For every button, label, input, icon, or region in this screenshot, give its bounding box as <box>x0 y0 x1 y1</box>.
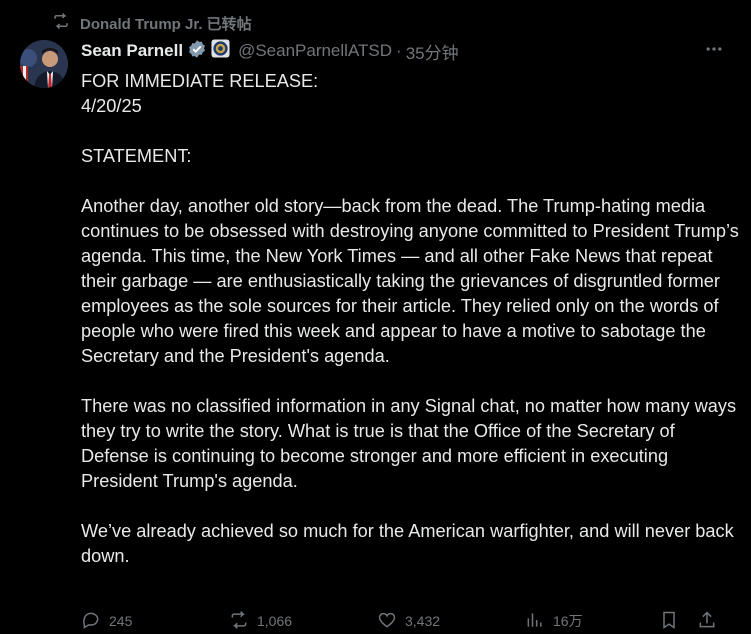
tweet-paragraph: STATEMENT: <box>81 146 192 166</box>
reply-button[interactable]: 245 <box>81 610 229 633</box>
views-count: 16万 <box>553 613 583 629</box>
author-name[interactable]: Sean Parnell <box>81 41 183 61</box>
like-count: 3,432 <box>405 613 441 629</box>
tweet-paragraph: We’ve already achieved so much for the A… <box>81 521 734 566</box>
bookmark-button[interactable] <box>659 610 697 633</box>
verified-badge-icon <box>187 39 207 64</box>
reply-count: 245 <box>109 613 133 629</box>
tweet-paragraph: FOR IMMEDIATE RELEASE: 4/20/25 <box>81 71 319 116</box>
views-icon <box>525 610 545 633</box>
heart-icon <box>377 610 397 633</box>
tweet-paragraph: Another day, another old story—back from… <box>81 196 739 366</box>
reply-icon <box>81 610 101 633</box>
affiliate-seal-icon[interactable] <box>211 39 230 63</box>
bookmark-icon <box>659 610 679 633</box>
more-options-button[interactable] <box>701 40 727 62</box>
tweet-paragraph: There was no classified information in a… <box>81 396 737 491</box>
repost-button[interactable]: 1,066 <box>229 610 377 633</box>
post-time[interactable]: 35分钟 <box>406 39 459 64</box>
retweet-label: Donald Trump Jr. 已转帖 <box>80 15 252 33</box>
share-icon <box>697 610 717 633</box>
header-separator: · <box>396 41 402 60</box>
author-handle[interactable]: @SeanParnellATSD <box>238 41 392 61</box>
repost-count: 1,066 <box>257 613 293 629</box>
avatar[interactable] <box>20 40 68 88</box>
views-button[interactable]: 16万 <box>525 610 659 633</box>
share-button[interactable] <box>697 610 727 633</box>
tweet-text: FOR IMMEDIATE RELEASE: 4/20/25 STATEMENT… <box>81 69 741 569</box>
like-button[interactable]: 3,432 <box>377 610 525 633</box>
more-icon <box>704 39 724 64</box>
tweet-header: Sean Parnell @SeanParnellATSD · 35分钟 <box>81 39 459 63</box>
action-bar: 245 1,066 3,432 16万 <box>81 608 731 634</box>
repost-icon <box>229 610 249 633</box>
retweet-header[interactable]: Donald Trump Jr. 已转帖 <box>52 12 252 34</box>
retweet-icon <box>52 12 70 34</box>
